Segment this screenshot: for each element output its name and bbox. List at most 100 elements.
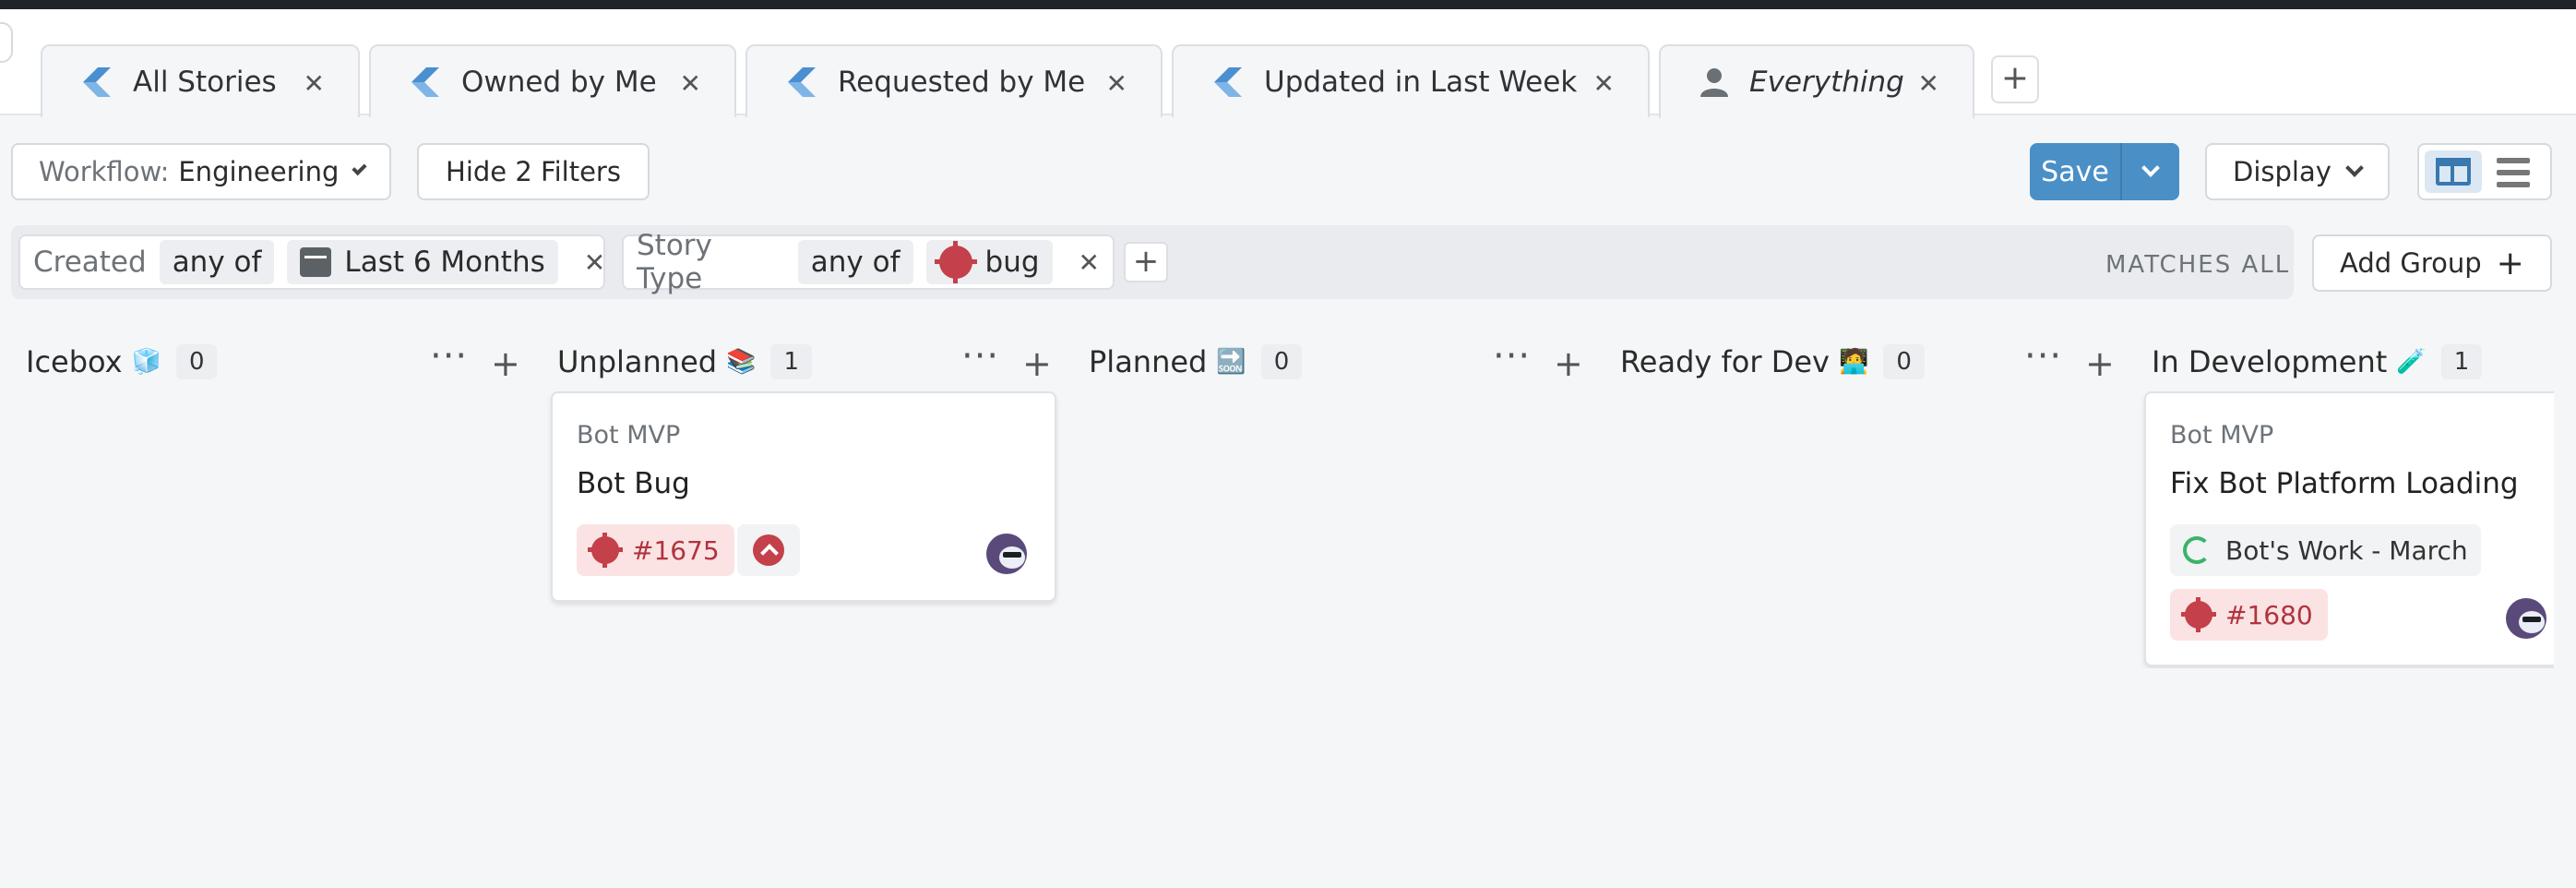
iteration-badge[interactable]: Bot's Work - March — [2170, 524, 2481, 576]
books-icon: 📚 — [726, 348, 757, 376]
filter-bar: Created any of Last 6 Months ✕ Story Typ… — [11, 225, 2294, 299]
bug-icon — [588, 533, 623, 568]
add-group-label: Add Group — [2340, 247, 2482, 279]
column-count: 1 — [770, 344, 812, 379]
story-id: #1675 — [632, 534, 720, 566]
window-top-strip — [0, 0, 2576, 9]
filter-operator[interactable]: any of — [797, 240, 913, 284]
close-icon[interactable]: ✕ — [680, 68, 701, 99]
card-clip: Bot MVP Fix Bot Platform Loading Bot's W… — [2141, 391, 2554, 668]
add-story-icon[interactable]: + — [491, 343, 521, 384]
list-view-icon[interactable] — [2497, 158, 2530, 187]
save-options-button[interactable] — [2122, 143, 2179, 200]
column-header-icebox: Icebox 🧊 0 — [26, 340, 218, 384]
column-count: 1 — [2440, 344, 2483, 379]
chevron-down-icon — [352, 160, 367, 176]
shortcut-logo-icon — [1214, 66, 1242, 97]
add-filter-button[interactable]: + — [1124, 242, 1168, 282]
close-icon[interactable]: ✕ — [1593, 68, 1615, 99]
test-tube-icon: 🧪 — [2396, 348, 2427, 376]
ice-icon: 🧊 — [131, 348, 161, 376]
plus-icon: + — [2496, 244, 2524, 282]
more-icon[interactable]: ··· — [2024, 338, 2062, 375]
column-title: Icebox — [26, 344, 123, 379]
save-button[interactable]: Save — [2030, 143, 2122, 200]
iteration-name: Bot's Work - March — [2225, 534, 2468, 566]
tab-everything[interactable]: Everything ✕ — [1659, 44, 1974, 119]
avatar[interactable] — [986, 534, 1027, 574]
column-header-planned: Planned 🔜 0 — [1089, 340, 1303, 384]
column-title: In Development — [2152, 344, 2388, 379]
priority-high-icon — [753, 534, 784, 566]
filter-value[interactable]: Last 6 Months — [287, 240, 558, 284]
shortcut-logo-icon — [411, 66, 439, 97]
filter-story-type[interactable]: Story Type any of bug ✕ — [622, 229, 1115, 295]
view-toggle — [2417, 143, 2552, 200]
tab-label: Requested by Me — [838, 65, 1086, 99]
more-icon[interactable]: ··· — [430, 338, 468, 375]
hide-filters-label: Hide 2 Filters — [446, 156, 621, 187]
tab-label: All Stories — [133, 65, 277, 99]
more-icon[interactable]: ··· — [961, 338, 999, 375]
chevron-down-icon — [2141, 159, 2160, 177]
hide-filters-button[interactable]: Hide 2 Filters — [417, 143, 650, 200]
close-icon[interactable]: ✕ — [1079, 247, 1100, 278]
add-story-icon[interactable]: + — [1022, 343, 1053, 384]
bug-icon — [934, 241, 977, 283]
column-count: 0 — [175, 344, 218, 379]
story-id-badge[interactable]: #1675 — [577, 524, 734, 576]
filter-created[interactable]: Created any of Last 6 Months ✕ — [18, 234, 605, 290]
add-group-button[interactable]: Add Group + — [2312, 234, 2552, 292]
shortcut-logo-icon — [788, 66, 816, 97]
story-card[interactable]: Bot MVP Bot Bug #1675 — [551, 391, 1056, 602]
filter-value-label: bug — [984, 246, 1040, 279]
story-id: #1680 — [2225, 599, 2313, 630]
card-title[interactable]: Fix Bot Platform Loading — [2170, 467, 2519, 500]
column-count: 0 — [1883, 344, 1925, 379]
display-button[interactable]: Display — [2205, 143, 2390, 200]
kanban-view-icon[interactable] — [2425, 150, 2482, 193]
avatar[interactable] — [2506, 598, 2546, 639]
sidebar-toggle[interactable] — [0, 22, 13, 63]
display-label: Display — [2233, 156, 2332, 187]
tab-label: Owned by Me — [461, 65, 657, 99]
user-icon — [1700, 67, 1728, 97]
add-tab-button[interactable]: + — [1991, 55, 2039, 103]
card-epic[interactable]: Bot MVP — [2170, 421, 2273, 450]
tab-all-stories[interactable]: All Stories ✕ — [41, 44, 360, 117]
tab-owned-by-me[interactable]: Owned by Me ✕ — [369, 44, 736, 117]
tab-requested-by-me[interactable]: Requested by Me ✕ — [745, 44, 1163, 117]
filter-value-label: Last 6 Months — [344, 246, 545, 279]
technologist-icon: 🧑‍💻 — [1838, 348, 1869, 376]
close-icon[interactable]: ✕ — [1106, 68, 1127, 99]
close-icon[interactable]: ✕ — [304, 68, 325, 99]
tab-label: Updated in Last Week — [1264, 65, 1578, 99]
workflow-value: Engineering — [178, 156, 340, 187]
filter-field: Created — [33, 246, 147, 279]
priority-badge[interactable] — [737, 524, 800, 576]
matches-all-toggle[interactable]: MATCHES ALL — [2105, 251, 2290, 279]
story-card[interactable]: Bot MVP Fix Bot Platform Loading Bot's W… — [2144, 391, 2554, 666]
iteration-icon — [2183, 536, 2211, 564]
workflow-select[interactable]: Workflow: Engineering — [11, 143, 391, 200]
filter-value[interactable]: bug — [925, 240, 1053, 284]
close-icon[interactable]: ✕ — [1918, 68, 1939, 99]
tab-updated-last-week[interactable]: Updated in Last Week ✕ — [1172, 44, 1650, 117]
column-title: Planned — [1089, 344, 1208, 379]
bug-icon — [2181, 597, 2216, 632]
filter-operator[interactable]: any of — [159, 240, 275, 284]
column-count: 0 — [1260, 344, 1303, 379]
card-epic[interactable]: Bot MVP — [577, 421, 680, 450]
column-header-unplanned: Unplanned 📚 1 — [557, 340, 812, 384]
calendar-icon — [300, 247, 332, 277]
more-icon[interactable]: ··· — [1493, 338, 1531, 375]
card-title[interactable]: Bot Bug — [577, 467, 690, 500]
story-id-badge[interactable]: #1680 — [2170, 589, 2328, 641]
chevron-down-icon — [2345, 159, 2364, 177]
column-header-in-development: In Development 🧪 1 — [2152, 340, 2483, 384]
add-story-icon[interactable]: + — [1554, 343, 1584, 384]
column-title: Unplanned — [557, 344, 718, 379]
tab-label: Everything — [1749, 65, 1904, 99]
add-story-icon[interactable]: + — [2085, 343, 2116, 384]
close-icon[interactable]: ✕ — [584, 247, 605, 278]
